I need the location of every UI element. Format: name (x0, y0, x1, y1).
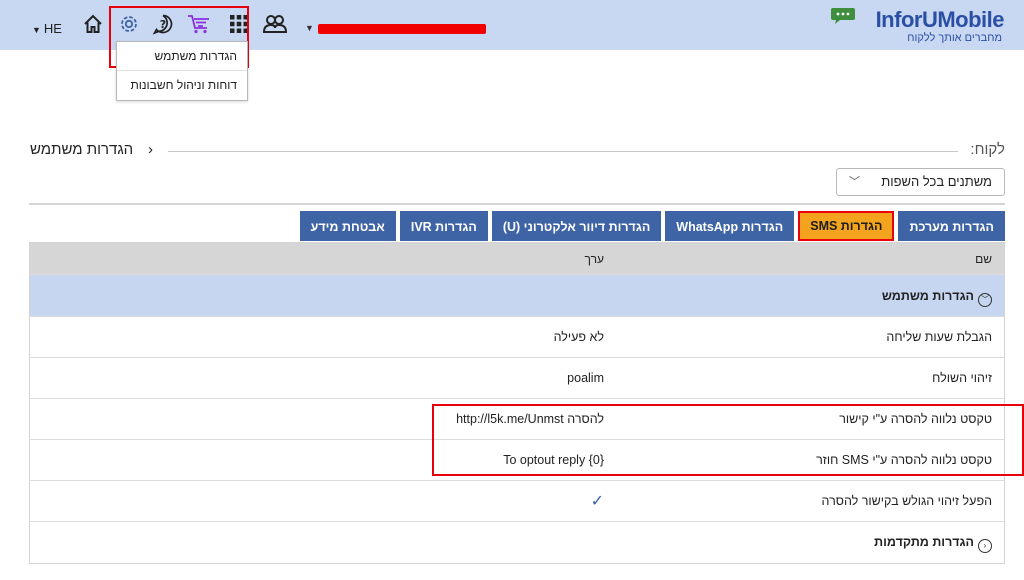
row-name: טקסט נלווה להסרה ע"י קישור (839, 412, 992, 426)
language-label: HE (43, 21, 62, 36)
table-row[interactable]: טקסט נלווה להסרה ע"י SMS חוזר To optout … (30, 440, 1004, 481)
redacted-account-name[interactable] (318, 24, 486, 34)
group-row-user-settings[interactable]: ﹀ הגדרות משתמש (30, 275, 1004, 317)
select-value: משתנים בכל השפות (881, 174, 992, 189)
logo-tagline: מחברים אותך ללקוח (907, 32, 1002, 44)
row-value: To optout reply {0} (503, 453, 604, 467)
page-title: הגדרות משתמש (30, 141, 134, 158)
row-value: להסרה http://l5k.me/Unmst (456, 412, 604, 426)
section-divider (29, 203, 1005, 205)
group-title: הגדרות משתמש (881, 289, 974, 303)
tab-whatsapp-settings[interactable]: הגדרות WhatsApp (665, 211, 795, 241)
row-value: poalim (567, 371, 604, 385)
chevron-left-circle-icon[interactable]: ‹ (978, 539, 992, 553)
table-header: שם ערך (30, 243, 1004, 275)
table-row[interactable]: טקסט נלווה להסרה ע"י קישור להסרה http://… (30, 399, 1004, 440)
settings-table: שם ערך ﹀ הגדרות משתמש הגבלת שעות שליחה לא… (29, 242, 1005, 564)
logo: InforUMobile מחברים אותך ללקוח (824, 4, 1004, 48)
language-variables-select[interactable]: משתנים בכל השפות ﹀ (836, 168, 1005, 196)
check-icon: ✓ (590, 493, 604, 510)
chevron-down-circle-icon[interactable]: ﹀ (978, 293, 992, 307)
table-row[interactable]: הפעל זיהוי הגולש בקישור להסרה ✓ (30, 481, 1004, 522)
account-caret-icon[interactable]: ▼ (305, 23, 314, 33)
tab-ivr-settings[interactable]: הגדרות IVR (399, 211, 488, 241)
header-value: ערך (584, 252, 604, 266)
advanced-title: הגדרות מתקדמות (874, 535, 974, 549)
logo-brand-part2: Mobile (937, 7, 1004, 32)
chevron-left-icon: › (148, 141, 153, 158)
caret-down-icon: ▼ (32, 25, 41, 35)
row-value: לא פעילה (553, 330, 604, 344)
logo-brand-part1: InforU (875, 7, 938, 32)
menu-item-reports-accounts[interactable]: דוחות וניהול חשבונות (117, 71, 247, 100)
home-icon[interactable] (80, 11, 106, 37)
users-icon[interactable] (262, 11, 288, 37)
chevron-down-icon: ﹀ (849, 176, 860, 188)
tab-sms-settings[interactable]: הגדרות SMS (798, 211, 895, 241)
settings-dropdown-menu: הגדרות משתמש דוחות וניהול חשבונות (116, 41, 248, 101)
tab-system-settings[interactable]: הגדרות מערכת (898, 211, 1005, 241)
header-name: שם (975, 252, 992, 266)
row-name: הפעל זיהוי הגולש בקישור להסרה (821, 494, 992, 508)
client-label: לקוח: (970, 141, 1005, 158)
row-name: זיהוי השולח (932, 371, 992, 385)
table-row[interactable]: הגבלת שעות שליחה לא פעילה (30, 317, 1004, 358)
tab-email-settings[interactable]: הגדרות דיוור אלקטרוני (U) (491, 211, 662, 241)
group-row-advanced-settings[interactable]: ‹ הגדרות מתקדמות (30, 522, 1004, 563)
chat-bubble-icon (831, 8, 855, 24)
menu-item-user-settings[interactable]: הגדרות משתמש (117, 42, 247, 71)
logo-brand: InforUMobile (875, 7, 1005, 33)
tab-security[interactable]: אבטחת מידע (299, 211, 396, 241)
row-name: הגבלת שעות שליחה (886, 330, 992, 344)
row-name: טקסט נלווה להסרה ע"י SMS חוזר (816, 453, 992, 467)
language-selector[interactable]: ▼ HE (32, 21, 62, 36)
settings-tabs: הגדרות מערכת הגדרות SMS הגדרות WhatsApp … (299, 211, 1005, 241)
table-row[interactable]: זיהוי השולח poalim (30, 358, 1004, 399)
heading-divider (168, 151, 958, 152)
